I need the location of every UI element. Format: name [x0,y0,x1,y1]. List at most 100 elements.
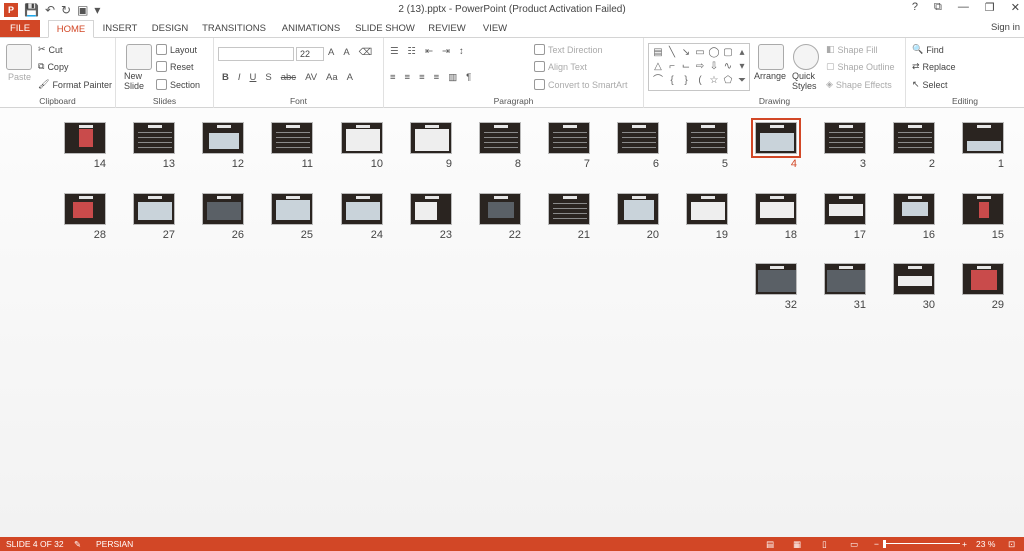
change-case-button[interactable]: Aa [326,72,338,83]
sign-in-link[interactable]: Sign in [991,22,1020,33]
normal-view-icon[interactable]: ▤ [766,537,774,551]
brace-right-shape-icon[interactable]: } [679,74,693,88]
connector-shape-icon[interactable]: ⌐ [665,60,679,74]
gallery-expand-icon[interactable]: ⏷ [735,74,749,88]
zoom-slider-thumb[interactable] [883,540,886,548]
font-name-box[interactable] [218,47,294,61]
slide-thumbnail-28[interactable] [64,193,106,225]
right-arrow-shape-icon[interactable]: ⇨ [693,60,707,74]
zoom-out-button[interactable]: − [874,537,879,551]
tab-insert[interactable]: INSERT [100,20,140,38]
minimize-icon[interactable]: — [958,1,969,14]
new-slide-button[interactable]: New Slide [124,71,152,91]
replace-button[interactable]: ⇄ Replace [912,61,956,72]
decrease-indent-icon[interactable]: ⇤ [425,46,433,57]
tab-slide-show[interactable]: SLIDE SHOW [354,20,416,38]
shadow-button[interactable]: S [265,72,271,83]
slide-thumbnail-14[interactable] [64,122,106,154]
slide-thumbnail-6[interactable] [617,122,659,154]
tab-review[interactable]: REVIEW [424,20,470,38]
star-shape-icon[interactable]: ☆ [707,74,721,88]
rect-shape-icon[interactable]: ▭ [693,46,707,60]
reading-view-icon[interactable]: ▯ [822,537,827,551]
arrow-shape-icon[interactable]: ↘ [679,46,693,60]
oval-shape-icon[interactable]: ◯ [707,46,721,60]
tab-transitions[interactable]: TRANSITIONS [200,20,268,38]
shapes-gallery[interactable]: ▤ ╲ ↘ ▭ ◯ ▢ ▴ △ ⌐ ⌙ ⇨ ⇩ ∿ ▾ ⌒ { } ( ☆ ⬠ … [648,43,750,91]
slide-thumbnail-26[interactable] [202,193,244,225]
new-slide-icon[interactable] [126,44,152,70]
wave-shape-icon[interactable]: ⌒ [651,74,665,88]
slide-thumbnail-11[interactable] [271,122,313,154]
increase-indent-icon[interactable]: ⇥ [442,46,450,57]
slide-thumbnail-20[interactable] [617,193,659,225]
numbering-icon[interactable]: ☷ [408,46,417,57]
underline-button[interactable]: U [250,72,257,83]
slide-thumbnail-17[interactable] [824,193,866,225]
shape-effects-button[interactable]: ◈ Shape Effects [826,79,892,90]
line-shape-icon[interactable]: ╲ [665,46,679,60]
section-button[interactable]: Section [156,79,200,90]
align-text-button[interactable]: Align Text [534,61,587,72]
tab-file[interactable]: FILE [0,20,40,38]
paste-button[interactable]: Paste [8,72,31,82]
font-size-box[interactable]: 22 [296,47,324,61]
curve-shape-icon[interactable]: ∿ [721,60,735,74]
align-right-icon[interactable]: ≡ [419,72,425,83]
rounded-rect-shape-icon[interactable]: ▢ [721,46,735,60]
tab-design[interactable]: DESIGN [148,20,192,38]
align-left-icon[interactable]: ≡ [390,72,396,83]
slide-thumbnail-16[interactable] [893,193,935,225]
slide-thumbnail-22[interactable] [479,193,521,225]
zoom-slider[interactable] [886,543,960,544]
zoom-in-button[interactable]: + [962,537,967,551]
shape-fill-button[interactable]: ◧ Shape Fill [826,44,878,55]
rtl-icon[interactable]: ¶ [466,72,471,83]
down-arrow-shape-icon[interactable]: ⇩ [707,60,721,74]
arrange-button[interactable]: Arrange [754,71,786,81]
slide-thumbnail-1[interactable] [962,122,1004,154]
spellcheck-icon[interactable]: ✎ [74,537,81,551]
slide-thumbnail-13[interactable] [133,122,175,154]
shrink-font-icon[interactable]: A [343,47,349,58]
tab-view[interactable]: VIEW [478,20,512,38]
strikethrough-button[interactable]: abc [281,72,296,83]
reset-button[interactable]: Reset [156,61,194,72]
brace-left-shape-icon[interactable]: { [665,74,679,88]
font-color-button[interactable]: A [347,72,353,83]
slide-thumbnail-23[interactable] [410,193,452,225]
bracket-shape-icon[interactable]: ( [693,74,707,88]
slide-thumbnail-9[interactable] [410,122,452,154]
slide-thumbnail-3[interactable] [824,122,866,154]
slide-thumbnail-12[interactable] [202,122,244,154]
slide-thumbnail-7[interactable] [548,122,590,154]
char-spacing-button[interactable]: AV [305,72,317,83]
bullets-icon[interactable]: ☰ [390,46,399,57]
slide-sorter-view-icon[interactable]: ▦ [793,537,801,551]
align-center-icon[interactable]: ≡ [405,72,411,83]
zoom-level[interactable]: 23 % [976,537,995,551]
grow-font-icon[interactable]: A [328,47,334,58]
bold-button[interactable]: B [222,72,229,83]
text-direction-button[interactable]: Text Direction [534,44,603,55]
justify-icon[interactable]: ≡ [434,72,440,83]
slide-thumbnail-29[interactable] [962,263,1004,295]
slide-thumbnail-27[interactable] [133,193,175,225]
slide-thumbnail-32[interactable] [755,263,797,295]
slide-thumbnail-2[interactable] [893,122,935,154]
slide-thumbnail-19[interactable] [686,193,728,225]
clear-formatting-icon[interactable]: ⌫ [359,47,372,58]
slide-thumbnail-15[interactable] [962,193,1004,225]
line-spacing-icon[interactable]: ↕ [459,46,464,57]
format-painter-button[interactable]: 🖌 Format Painter [38,79,112,90]
slide-thumbnail-31[interactable] [824,263,866,295]
close-icon[interactable]: ✕ [1011,1,1020,14]
quick-styles-icon[interactable] [793,44,819,70]
italic-button[interactable]: I [238,72,241,83]
slide-thumbnail-8[interactable] [479,122,521,154]
slide-thumbnail-21[interactable] [548,193,590,225]
arrange-icon[interactable] [758,44,784,70]
pentagon-shape-icon[interactable]: ⬠ [721,74,735,88]
ribbon-display-options-icon[interactable]: ⧉ [934,1,942,14]
quick-styles-button[interactable]: Quick Styles [792,71,820,91]
